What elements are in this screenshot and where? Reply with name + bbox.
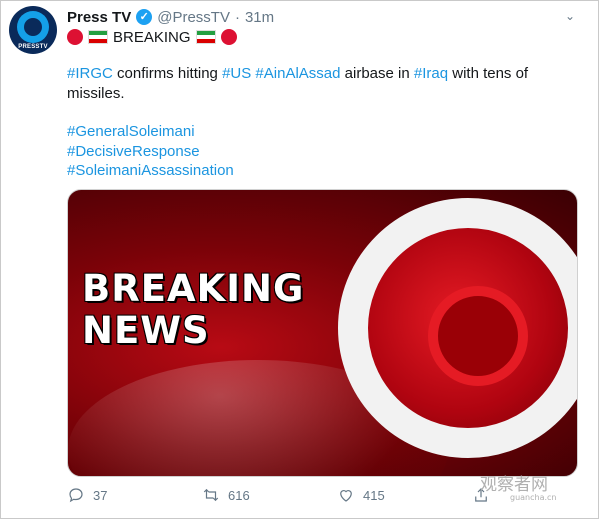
user-handle[interactable]: @PressTV (157, 9, 230, 26)
like-count: 415 (363, 487, 385, 503)
headline-line: BREAKING (82, 267, 305, 310)
chevron-down-icon[interactable]: ⌄ (562, 8, 578, 24)
tweet-body: #IRGC confirms hitting #US #AinAlAssad a… (67, 64, 577, 104)
tweet-header: Press TV ✓ @PressTV · 31m (67, 7, 274, 27)
breaking-line: BREAKING (67, 27, 237, 47)
iran-flag-icon (195, 30, 216, 44)
display-name[interactable]: Press TV (67, 9, 131, 26)
watermark: 观察者网 guancha.cn (480, 470, 557, 502)
breaking-label: BREAKING (113, 28, 191, 46)
hashtag-link[interactable]: #IRGC (67, 65, 113, 82)
hashtag-link[interactable]: #SoleimaniAssassination (67, 161, 234, 181)
hashtag-link[interactable]: #US (222, 65, 251, 82)
hashtag-list: #GeneralSoleimani #DecisiveResponse #Sol… (67, 122, 234, 181)
timestamp[interactable]: 31m (245, 9, 274, 26)
inner-ring-graphic (428, 286, 528, 386)
watermark-sub: guancha.cn (510, 493, 557, 502)
breaking-news-headline: BREAKING NEWS (82, 268, 304, 352)
hashtag-link[interactable]: #GeneralSoleimani (67, 122, 234, 142)
avatar[interactable]: PRESSTV (9, 6, 57, 54)
reply-button[interactable]: 37 (67, 484, 107, 506)
like-button[interactable]: 415 (337, 484, 385, 506)
hashtag-link[interactable]: #AinAlAssad (255, 65, 340, 82)
hashtag-link[interactable]: #DecisiveResponse (67, 142, 234, 162)
watermark-main: 观察者网 (480, 475, 548, 495)
like-icon (340, 490, 352, 502)
body-text: confirms hitting (112, 65, 223, 82)
avatar-brand: PRESSTV (18, 44, 48, 50)
retweet-count: 616 (228, 487, 250, 503)
tweet-image[interactable]: BREAKING NEWS (67, 189, 578, 477)
hashtag-link[interactable]: #Iraq (414, 65, 448, 82)
red-circle-icon (67, 29, 83, 45)
headline-line: NEWS (82, 309, 210, 352)
retweet-icon (203, 488, 219, 502)
reply-count: 37 (93, 487, 108, 503)
iran-flag-icon (88, 30, 108, 44)
verified-badge-icon: ✓ (136, 9, 153, 25)
presstv-logo-icon (17, 11, 49, 43)
red-circle-icon (220, 29, 237, 45)
body-text: airbase in (340, 65, 414, 82)
retweet-button[interactable]: 616 (202, 484, 250, 506)
reply-icon (69, 488, 83, 503)
separator: · (234, 8, 240, 26)
